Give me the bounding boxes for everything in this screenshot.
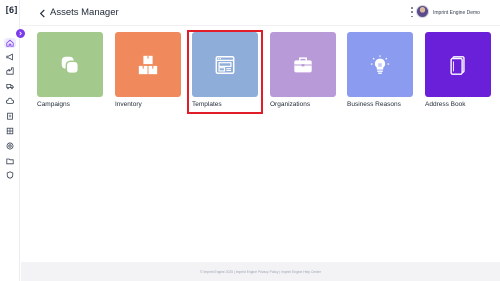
clipboard-icon[interactable] bbox=[5, 111, 15, 121]
address-book-icon[interactable] bbox=[425, 32, 491, 97]
sidebar-expand-button[interactable] bbox=[16, 29, 25, 38]
user-name[interactable]: Imprint Engine Demo bbox=[433, 10, 480, 16]
app-root: [6] Assets Manager Imprint Engine Demo C… bbox=[0, 0, 500, 281]
card-label: Inventory bbox=[115, 101, 142, 108]
at-sign-icon[interactable] bbox=[5, 141, 15, 151]
folder-icon[interactable] bbox=[5, 156, 15, 166]
browser-window-icon[interactable] bbox=[192, 32, 258, 97]
card-label: Templates bbox=[192, 101, 222, 108]
card-label: Organizations bbox=[270, 101, 311, 108]
app-logo[interactable]: [6] bbox=[3, 4, 19, 17]
card-organizations[interactable]: Organizations bbox=[270, 32, 336, 115]
page-title: Assets Manager bbox=[50, 7, 119, 18]
shield-icon[interactable] bbox=[5, 170, 15, 180]
card-inventory[interactable]: Inventory bbox=[115, 32, 181, 115]
grid-icon[interactable] bbox=[5, 126, 15, 136]
card-address-book[interactable]: Address Book bbox=[425, 32, 491, 115]
assets-grid: Campaigns Inventory Templates Organizati… bbox=[21, 26, 500, 262]
briefcase-icon[interactable] bbox=[270, 32, 336, 97]
megaphone-icon[interactable] bbox=[5, 52, 15, 62]
avatar[interactable] bbox=[416, 5, 429, 18]
factory-icon[interactable] bbox=[5, 66, 15, 76]
more-options-icon[interactable] bbox=[410, 7, 414, 17]
back-arrow-icon[interactable] bbox=[38, 8, 46, 18]
card-templates[interactable]: Templates bbox=[187, 30, 263, 115]
cloud-icon[interactable] bbox=[5, 96, 15, 106]
top-header: Assets Manager Imprint Engine Demo bbox=[21, 0, 500, 26]
boxes-icon[interactable] bbox=[115, 32, 181, 97]
home-icon[interactable] bbox=[4, 38, 16, 48]
truck-icon[interactable] bbox=[5, 81, 15, 91]
sidebar: [6] bbox=[0, 0, 20, 281]
footer-links[interactable]: © Imprint Engine 2025 | Imprint Engine P… bbox=[200, 270, 321, 274]
card-business-reasons[interactable]: Business Reasons bbox=[347, 32, 413, 115]
lightbulb-icon[interactable] bbox=[347, 32, 413, 97]
overlap-shapes-icon[interactable] bbox=[37, 32, 103, 97]
card-label: Campaigns bbox=[37, 101, 70, 108]
card-label: Address Book bbox=[425, 101, 466, 108]
footer: © Imprint Engine 2025 | Imprint Engine P… bbox=[21, 262, 500, 281]
card-campaigns[interactable]: Campaigns bbox=[37, 32, 103, 115]
card-label: Business Reasons bbox=[347, 101, 401, 108]
